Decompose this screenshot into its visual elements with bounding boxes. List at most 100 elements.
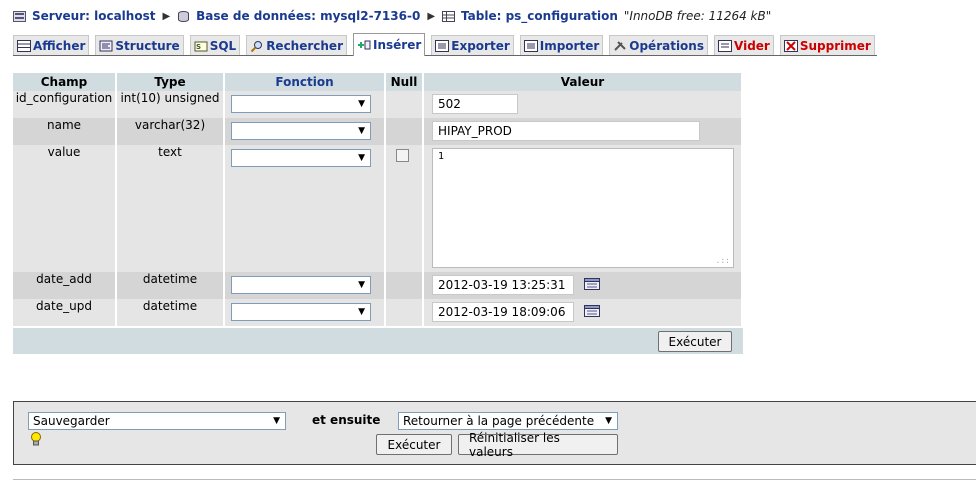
function-select[interactable]: ▼ [231,122,371,140]
field-name: name [13,118,115,145]
tab-export[interactable]: Exporter [431,35,514,55]
value-cell: 2012-03-19 18:09:06 [424,299,741,326]
calendar-icon[interactable] [583,278,600,290]
chevron-down-icon: ▼ [273,416,280,426]
divider [13,479,976,480]
selected-value: Sauvegarder [33,414,110,428]
tab-search[interactable]: Rechercher [246,35,347,55]
function-select[interactable]: ▼ [231,276,371,294]
field-type: int(10) unsigned [117,91,223,118]
null-cell [386,299,422,326]
null-checkbox[interactable] [396,149,409,162]
tab-operations[interactable]: Opérations [609,35,708,55]
breadcrumb-separator: ▶ [162,10,171,22]
insert-table: Champ Type Fonction Null Valeur id_confi… [11,73,743,326]
function-select[interactable]: ▼ [231,303,371,321]
and-then-label: et ensuite [312,413,381,427]
table-icon [442,10,456,22]
field-type: text [117,145,223,272]
function-select[interactable]: ▼ [231,95,371,113]
tab-label: Insérer [373,38,422,52]
null-cell [386,145,422,272]
function-cell: ▼ [225,272,384,299]
field-name: date_upd [13,299,115,326]
empty-icon [718,39,732,52]
tab-label: Vider [734,38,770,53]
field-type: varchar(32) [117,118,223,145]
function-cell: ▼ [225,118,384,145]
column-header-fonction[interactable]: Fonction [225,73,384,91]
table-info: "InnoDB free: 11264 kB" [623,9,772,23]
database-icon [178,10,190,22]
svg-text:S: S [196,43,201,51]
chevron-down-icon: ▼ [605,416,612,426]
table-row: id_configuration int(10) unsigned ▼ 502 [13,91,741,118]
tab-structure[interactable]: Structure [95,35,184,55]
action-select[interactable]: Sauvegarder ▼ [28,412,286,430]
lightbulb-icon [31,432,41,446]
datetime-input[interactable]: 2012-03-19 13:25:31 [432,275,574,295]
tab-sql[interactable]: S SQL [189,35,241,55]
execute-button[interactable]: Exécuter [658,331,732,352]
chevron-down-icon: ▼ [358,153,365,163]
column-header-type: Type [117,73,223,91]
server-icon [13,10,26,22]
sql-icon: S [194,41,208,51]
tab-label: Importer [539,38,600,53]
table-row: name varchar(32) ▼ HIPAY_PROD [13,118,741,145]
chevron-down-icon: ▼ [358,99,365,109]
field-name: id_configuration [13,91,115,118]
database-link[interactable]: Base de données: mysql2-7136-0 [196,9,420,23]
tab-insert[interactable]: Insérer [353,33,426,56]
function-select[interactable]: ▼ [231,149,371,167]
value-cell: 502 [424,91,741,118]
table-row: date_upd datetime ▼ 2012-03-19 18:09:06 [13,299,741,326]
value-textarea[interactable]: 1.:: [432,148,734,268]
after-action-select[interactable]: Retourner à la page précédente ▼ [398,412,618,430]
tab-label: Afficher [33,38,86,53]
insert-table-header: Champ Type Fonction Null Valeur [13,73,741,91]
value-input[interactable]: HIPAY_PROD [432,121,700,141]
execute-button[interactable]: Exécuter [376,434,452,455]
search-icon [250,40,263,52]
tab-bar: Afficher Structure S SQL Rechercher Insé… [13,33,877,56]
reset-button[interactable]: Réinitialiser les valeurs [458,431,618,459]
null-cell [386,272,422,299]
tab-label: Supprimer [799,38,871,53]
execute-bar: Exécuter [13,328,743,354]
tab-label: Opérations [629,38,704,53]
textarea-content: 1 [438,151,445,162]
table-row: value text ▼ 1.:: [13,145,741,272]
tab-label: SQL [209,38,237,53]
import-icon [523,39,538,52]
field-name: date_add [13,272,115,299]
calendar-icon[interactable] [583,305,600,317]
chevron-down-icon: ▼ [358,280,365,290]
column-header-champ: Champ [13,73,115,91]
table-link[interactable]: Table: ps_configuration [461,9,618,23]
tab-browse[interactable]: Afficher [13,35,90,55]
field-type: datetime [117,299,223,326]
insert-icon [358,40,371,50]
resize-grip-icon[interactable]: .:: [716,256,730,265]
structure-icon [99,40,113,51]
function-cell: ▼ [225,299,384,326]
tab-drop[interactable]: Supprimer [779,35,875,55]
datetime-input[interactable]: 2012-03-19 18:09:06 [432,302,574,322]
value-input[interactable]: 502 [432,94,518,114]
breadcrumb: Serveur: localhost ▶ Base de données: my… [13,7,771,25]
column-header-valeur: Valeur [424,73,741,91]
null-cell [386,118,422,145]
browse-icon [17,39,31,52]
column-header-null: Null [386,73,422,91]
tab-label: Exporter [451,38,510,53]
function-cell: ▼ [225,91,384,118]
tab-import[interactable]: Importer [519,35,604,55]
server-link[interactable]: Serveur: localhost [32,9,155,23]
function-cell: ▼ [225,145,384,272]
after-insert-panel: Sauvegarder ▼ et ensuite Retourner à la p… [13,401,976,465]
tab-empty[interactable]: Vider [714,35,774,55]
value-cell: 1.:: [424,145,741,272]
null-cell [386,91,422,118]
selected-value: Retourner à la page précédente [403,414,595,428]
